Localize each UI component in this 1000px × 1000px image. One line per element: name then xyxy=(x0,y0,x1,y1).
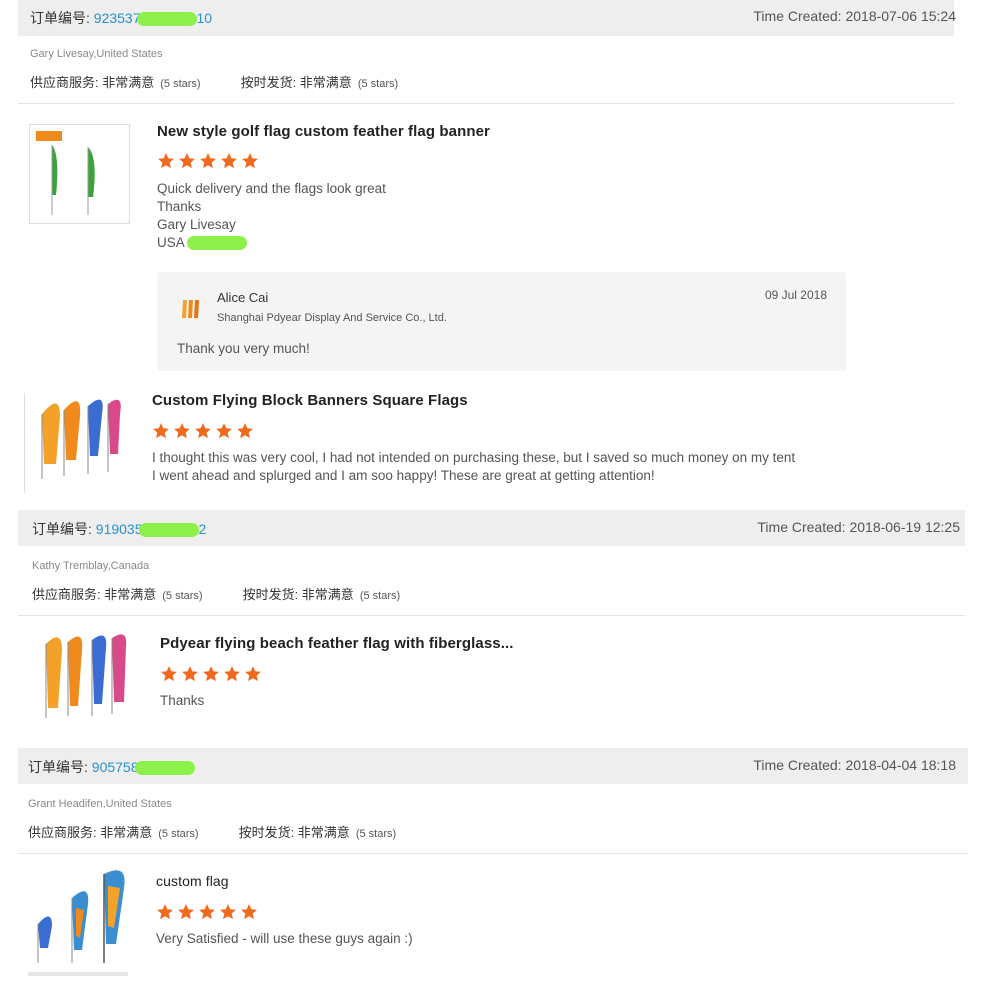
order-number-link[interactable]: 923537 10 xyxy=(94,10,212,27)
star-icon xyxy=(199,152,217,170)
redaction-mark xyxy=(186,236,247,251)
star-icon xyxy=(173,422,191,440)
product-title[interactable]: Pdyear flying beach feather flag with fi… xyxy=(160,635,514,652)
supplier-service-stars: (5 stars) xyxy=(158,828,199,840)
product-thumbnail[interactable] xyxy=(29,124,130,224)
review-line: Very Satisfied - will use these guys aga… xyxy=(156,931,413,946)
supplier-service-rating: 供应商服务: 非常满意 xyxy=(28,825,153,840)
review-line: I went ahead and splurged and I am soo h… xyxy=(152,468,655,483)
star-icon xyxy=(240,903,258,921)
reply-text: Thank you very much! xyxy=(177,341,310,356)
star-icon xyxy=(156,903,174,921)
redaction-mark xyxy=(134,761,195,776)
supplier-service-stars: (5 stars) xyxy=(162,590,203,602)
product-title[interactable]: custom flag xyxy=(156,873,229,889)
review-line: I thought this was very cool, I had not … xyxy=(152,450,796,465)
reply-company: Shanghai Pdyear Display And Service Co.,… xyxy=(217,312,447,324)
on-time-stars: (5 stars) xyxy=(359,590,401,602)
supplier-service-stars: (5 stars) xyxy=(160,78,201,90)
company-logo-icon xyxy=(179,296,203,320)
order-number-link[interactable]: 905758 xyxy=(92,759,195,776)
star-icon xyxy=(160,665,178,683)
product-rating-stars xyxy=(156,903,261,921)
review-line: Quick delivery and the flags look great xyxy=(157,181,386,196)
divider xyxy=(18,853,968,854)
order-header-bar: 订单编号: 923537 10 Time Created: 2018-07-06 … xyxy=(18,0,956,36)
time-created: Time Created: 2018-06-19 12:25 xyxy=(757,519,960,535)
order-number-label: 订单编号: 905758 xyxy=(28,757,195,777)
order-number-caption: 订单编号: xyxy=(30,10,90,26)
review-text: Thanks xyxy=(160,692,204,710)
star-icon xyxy=(244,665,262,683)
order-number-label: 订单编号: 923537 10 xyxy=(30,8,212,28)
star-icon xyxy=(181,665,199,683)
order-number-caption: 订单编号: xyxy=(28,759,88,775)
review-text: I thought this was very cool, I had not … xyxy=(152,449,795,485)
star-icon xyxy=(220,152,238,170)
star-icon xyxy=(194,422,212,440)
star-icon xyxy=(223,665,241,683)
product-rating-stars xyxy=(152,422,257,440)
product-thumbnail[interactable] xyxy=(28,868,128,976)
star-icon xyxy=(157,152,175,170)
product-thumbnail[interactable] xyxy=(36,630,132,722)
order-number-label: 订单编号: 919035 2 xyxy=(32,519,206,539)
time-created: Time Created: 2018-04-04 18:18 xyxy=(753,757,956,773)
star-icon xyxy=(178,152,196,170)
order-header-bar: 订单编号: 905758 Time Created: 2018-04-04 18… xyxy=(18,748,968,784)
buyer-name: Kathy Tremblay,Canada xyxy=(32,560,150,572)
review-text: Very Satisfied - will use these guys aga… xyxy=(156,930,413,948)
supplier-service-rating: 供应商服务: 非常满意 xyxy=(32,587,157,602)
seller-reply-box: Alice Cai Shanghai Pdyear Display And Se… xyxy=(157,272,846,371)
review-text: Quick delivery and the flags look great … xyxy=(157,180,386,252)
buyer-name: Gary Livesay,United States xyxy=(30,48,163,60)
star-icon xyxy=(219,903,237,921)
redaction-mark xyxy=(138,523,199,538)
redaction-mark xyxy=(136,12,197,27)
product-thumbnail[interactable] xyxy=(30,394,130,486)
time-created: Time Created: 2018-07-06 15:24 xyxy=(753,8,956,24)
star-icon xyxy=(215,422,233,440)
divider xyxy=(18,615,965,616)
review-line: Gary Livesay xyxy=(157,217,236,232)
reply-author: Alice Cai xyxy=(217,290,269,305)
buyer-name: Grant Headifen,United States xyxy=(28,798,172,810)
on-time-rating: 按时发货: 非常满意 xyxy=(238,825,350,840)
order-ratings: 供应商服务: 非常满意 (5 stars) 按时发货: 非常满意 (5 stars) xyxy=(32,584,400,603)
supplier-service-rating: 供应商服务: 非常满意 xyxy=(30,75,155,90)
order-header-bar: 订单编号: 919035 2 Time Created: 2018-06-19 1… xyxy=(18,510,965,546)
divider xyxy=(18,103,954,104)
on-time-rating: 按时发货: 非常满意 xyxy=(242,587,354,602)
product-title[interactable]: Custom Flying Block Banners Square Flags xyxy=(152,392,468,409)
order-number-caption: 订单编号: xyxy=(32,521,92,537)
on-time-rating: 按时发货: 非常满意 xyxy=(240,75,352,90)
star-icon xyxy=(198,903,216,921)
order-ratings: 供应商服务: 非常满意 (5 stars) 按时发货: 非常满意 (5 stars) xyxy=(30,72,398,91)
product-title[interactable]: New style golf flag custom feather flag … xyxy=(157,123,490,140)
on-time-stars: (5 stars) xyxy=(357,78,399,90)
product-rating-stars xyxy=(160,665,265,683)
order-ratings: 供应商服务: 非常满意 (5 stars) 按时发货: 非常满意 (5 stars) xyxy=(28,822,396,841)
star-icon xyxy=(152,422,170,440)
order-number-link[interactable]: 919035 2 xyxy=(96,521,206,538)
on-time-stars: (5 stars) xyxy=(355,828,397,840)
review-line: Thanks xyxy=(157,199,202,214)
reply-date: 09 Jul 2018 xyxy=(764,288,827,302)
review-line: Thanks xyxy=(160,693,205,708)
divider xyxy=(24,393,25,493)
product-rating-stars xyxy=(157,152,262,170)
star-icon xyxy=(236,422,254,440)
star-icon xyxy=(241,152,259,170)
star-icon xyxy=(202,665,220,683)
star-icon xyxy=(177,903,195,921)
review-line: USA xyxy=(157,235,185,250)
